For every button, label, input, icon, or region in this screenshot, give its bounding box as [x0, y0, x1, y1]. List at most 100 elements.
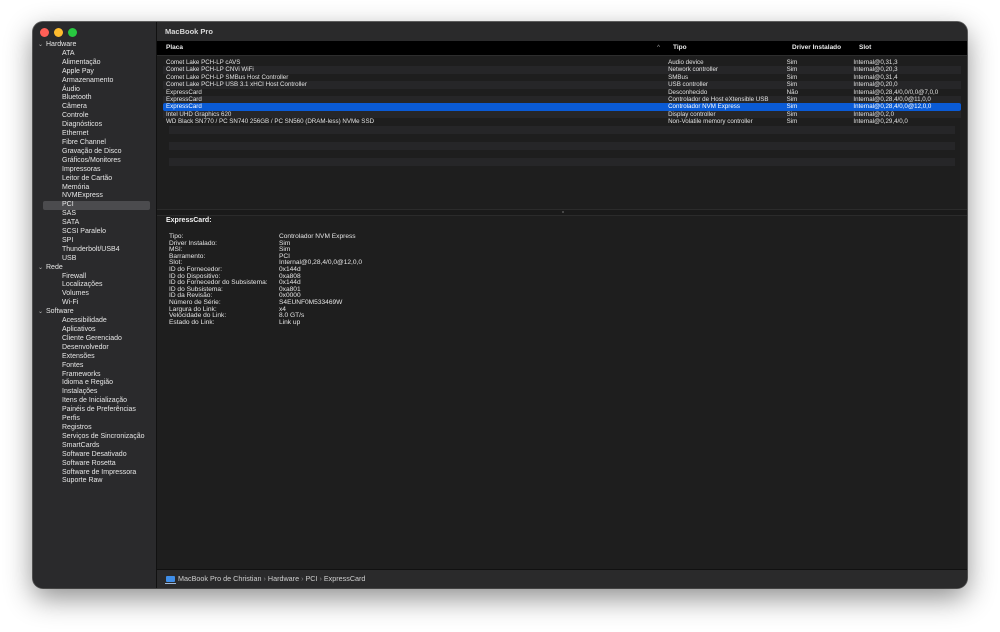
sidebar-item[interactable]: SAS — [33, 210, 156, 219]
table-cell: ExpressCard — [166, 103, 202, 111]
empty-row — [169, 125, 955, 134]
table-cell: Desconhecido — [668, 88, 708, 96]
field-label: Driver Instalado: — [169, 239, 218, 247]
sidebar-item[interactable]: Áudio — [33, 86, 156, 95]
sidebar-item[interactable]: Gravação de Disco — [33, 148, 156, 157]
sidebar-item[interactable]: Software Rosetta — [33, 460, 156, 469]
sidebar-item[interactable]: Fibre Channel — [33, 139, 156, 148]
field-value: S4EUNF0M533469W — [279, 298, 343, 306]
sidebar-item[interactable]: Software de Impressora — [33, 469, 156, 478]
breadcrumb-item[interactable]: PCI — [305, 574, 317, 583]
sidebar-item[interactable]: SmartCards — [33, 442, 156, 451]
sidebar-item[interactable]: SCSI Paralelo — [33, 228, 156, 237]
sidebar-item[interactable]: Software Desativado — [33, 451, 156, 460]
sidebar-item[interactable]: Armazenamento — [33, 77, 156, 86]
table-cell: USB controller — [668, 81, 708, 89]
sidebar-item[interactable]: SATA — [33, 219, 156, 228]
column-header-tipo[interactable]: Tipo — [664, 41, 783, 55]
sidebar-item[interactable]: Painéis de Preferências — [33, 406, 156, 415]
sidebar-item[interactable]: Leitor de Cartão — [33, 175, 156, 184]
sidebar-item[interactable]: Controle — [33, 112, 156, 121]
sidebar-group-hardware[interactable]: ⌄ Hardware — [33, 41, 156, 50]
sidebar-item[interactable]: Memória — [33, 184, 156, 193]
sidebar-group-rede[interactable]: ⌄ Rede — [33, 264, 156, 273]
sidebar-item[interactable]: Wi-Fi — [33, 299, 156, 308]
sidebar-item[interactable]: Instalações — [33, 388, 156, 397]
sidebar-item[interactable]: Volumes — [33, 290, 156, 299]
sidebar-item[interactable]: Idioma e Região — [33, 379, 156, 388]
sidebar-group-software[interactable]: ⌄ Software — [33, 308, 156, 317]
table-row[interactable]: Comet Lake PCH-LP cAVS Audio device Sim Int… — [163, 59, 961, 66]
sidebar-tree: ⌄ Hardware ATA Alimentação Apple Pay Armazena… — [33, 41, 156, 486]
sidebar-item[interactable]: NVMExpress — [33, 192, 156, 201]
sidebar-item[interactable]: Perfis — [33, 415, 156, 424]
breadcrumb-separator: › — [301, 574, 304, 583]
detail-field: Estado do Link: Link up — [166, 319, 967, 327]
breadcrumb-item[interactable]: Hardware — [268, 574, 299, 583]
macbook-icon — [165, 575, 176, 584]
sidebar-item[interactable]: Extensões — [33, 353, 156, 362]
splitter-handle-icon — [562, 211, 564, 213]
devices-table: Placa ^ Tipo Driver Instalado Slot Comet … — [157, 41, 967, 209]
empty-row — [169, 150, 955, 158]
column-header-slot[interactable]: Slot — [850, 41, 967, 55]
chevron-down-icon[interactable]: ⌄ — [38, 41, 46, 50]
chevron-down-icon[interactable]: ⌄ — [38, 264, 46, 273]
sidebar-item[interactable]: USB — [33, 255, 156, 264]
sidebar-item[interactable]: Ethernet — [33, 130, 156, 139]
sidebar-item[interactable]: Registros — [33, 424, 156, 433]
sidebar-item[interactable]: SPI — [33, 237, 156, 246]
sidebar-item[interactable]: Apple Pay — [33, 68, 156, 77]
table-row[interactable]: ExpressCard Desconhecido Não Internal@0,28,… — [163, 89, 961, 96]
sidebar-item[interactable]: Aplicativos — [33, 326, 156, 335]
sidebar-item[interactable]: Serviços de Sincronização — [33, 433, 156, 442]
table-row[interactable]: ExpressCard Controlador NVM Express Sim Int… — [163, 103, 961, 111]
sidebar-item[interactable]: Frameworks — [33, 371, 156, 380]
sidebar-item[interactable]: Diagnósticos — [33, 121, 156, 130]
table-cell: SMBus — [668, 73, 689, 81]
sidebar-item[interactable]: Alimentação — [33, 59, 156, 68]
sidebar-item[interactable]: Acessibilidade — [33, 317, 156, 326]
sidebar-item[interactable]: Itens de Inicialização — [33, 397, 156, 406]
table-cell: Sim — [786, 81, 798, 89]
breadcrumb-item[interactable]: MacBook Pro de Christian — [178, 574, 262, 583]
breadcrumb-separator: › — [263, 574, 266, 583]
table-cell: Intel UHD Graphics 620 — [166, 110, 232, 118]
table-row[interactable]: Comet Lake PCH-LP SMBus Host Controller S… — [163, 74, 961, 81]
sidebar-group-label: Hardware — [46, 41, 77, 48]
sidebar-item[interactable]: PCI — [43, 201, 150, 211]
table-cell: Internal@0,2,0 — [853, 110, 895, 118]
sidebar-item[interactable]: Suporte Raw — [33, 477, 156, 486]
table-cell: Non-Volatile memory controller — [668, 118, 753, 126]
table-row[interactable]: Comet Lake PCH-LP USB 3.1 xHCI Host Cont… — [163, 81, 961, 89]
column-header-placa[interactable]: Placa ^ — [157, 41, 664, 55]
window-title: MacBook Pro — [157, 22, 967, 41]
table-cell: Comet Lake PCH-LP SMBus Host Controller — [166, 73, 289, 81]
table-row[interactable]: ExpressCard Controlador de Host eXtensibl… — [163, 95, 961, 104]
sidebar-item[interactable]: Impressoras — [33, 166, 156, 175]
zoom-button[interactable] — [68, 28, 77, 37]
sidebar-item[interactable]: Bluetooth — [33, 94, 156, 103]
sidebar-item[interactable]: Firewall — [33, 273, 156, 282]
table-row[interactable]: Intel UHD Graphics 620 Display controller… — [163, 110, 961, 119]
field-label: Barramento: — [169, 252, 206, 260]
sidebar-item[interactable]: Gráficos/Monitores — [33, 157, 156, 166]
close-button[interactable] — [40, 28, 49, 37]
table-cell: Não — [786, 88, 799, 96]
sidebar-item[interactable]: Localizações — [33, 281, 156, 290]
sidebar-item[interactable]: Desenvolvedor — [33, 344, 156, 353]
pane-splitter[interactable] — [157, 209, 967, 216]
table-row[interactable]: Comet Lake PCH-LP CNVi WiFi Network contr… — [163, 66, 961, 74]
sidebar-item[interactable]: ATA — [33, 50, 156, 59]
sidebar-item[interactable]: Fontes — [33, 362, 156, 371]
minimize-button[interactable] — [54, 28, 63, 37]
table-cell: Internal@0,20,3 — [853, 66, 898, 74]
sidebar-item[interactable]: Thunderbolt/USB4 — [33, 246, 156, 255]
table-cell: Comet Lake PCH-LP cAVS — [166, 59, 241, 66]
table-row[interactable]: WD Black SN770 / PC SN740 256GB / PC SN5… — [163, 118, 961, 125]
column-header-driver[interactable]: Driver Instalado — [783, 41, 850, 55]
breadcrumb-item[interactable]: ExpressCard — [324, 574, 366, 583]
chevron-down-icon[interactable]: ⌄ — [38, 308, 46, 317]
sidebar-item[interactable]: Cliente Gerenciado — [33, 335, 156, 344]
sidebar-item[interactable]: Câmera — [33, 103, 156, 112]
